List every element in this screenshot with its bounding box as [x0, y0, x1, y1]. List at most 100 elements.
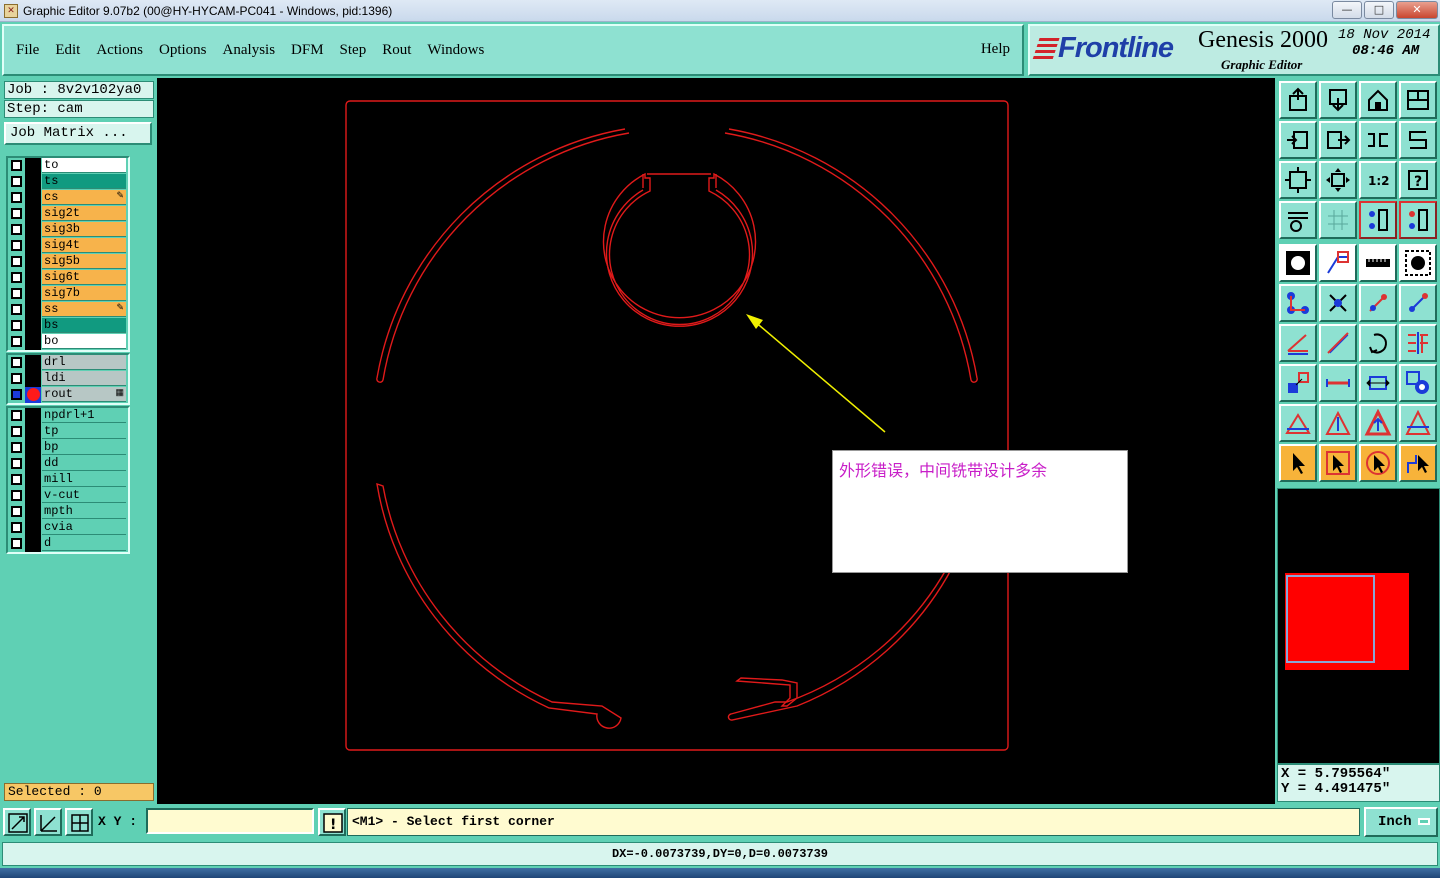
layer-display-slot[interactable] — [25, 270, 41, 286]
angle-icon[interactable] — [1279, 324, 1317, 362]
layer-checkbox[interactable] — [11, 373, 22, 384]
warning-icon[interactable]: ! — [318, 808, 346, 836]
layer-display-slot[interactable] — [25, 504, 41, 520]
layer-display-slot[interactable] — [25, 488, 41, 504]
layer-row[interactable]: tp — [8, 424, 128, 440]
layer-display-slot[interactable] — [25, 302, 41, 318]
layer-checkbox[interactable] — [11, 224, 22, 235]
layer-display-slot[interactable] — [25, 206, 41, 222]
layer-row[interactable]: dd — [8, 456, 128, 472]
copy-icon[interactable] — [1279, 364, 1317, 402]
layer-checkbox[interactable] — [11, 240, 22, 251]
layer-display-slot[interactable] — [25, 158, 41, 174]
layer-name[interactable]: dd — [42, 456, 126, 471]
layer-row[interactable]: bo — [8, 334, 128, 350]
menu-edit[interactable]: Edit — [55, 42, 80, 59]
delete-point-icon[interactable] — [1319, 284, 1357, 322]
layer-name[interactable]: npdrl+1 — [42, 408, 126, 423]
help-icon[interactable]: ? — [1399, 161, 1437, 199]
job-matrix-button[interactable]: Job Matrix ... — [4, 122, 152, 145]
layer-row[interactable]: mpth — [8, 504, 128, 520]
line-draw-alt-icon[interactable] — [1399, 284, 1437, 322]
swap-icon[interactable] — [1359, 121, 1397, 159]
layer-checkbox[interactable] — [11, 256, 22, 267]
menu-dfm[interactable]: DFM — [291, 42, 324, 59]
layer-name[interactable]: v-cut — [42, 488, 126, 503]
layer-checkbox[interactable] — [11, 160, 22, 171]
route-icon[interactable] — [1399, 121, 1437, 159]
layer-display-slot[interactable] — [25, 456, 41, 472]
triangle-small-icon[interactable] — [1279, 404, 1317, 442]
snap-line-icon[interactable] — [3, 808, 31, 836]
layer-display-slot[interactable] — [25, 222, 41, 238]
layer-display-slot[interactable] — [25, 536, 41, 552]
layer-checkbox[interactable] — [11, 522, 22, 533]
dot-icon[interactable] — [1399, 244, 1437, 282]
pad-icon[interactable] — [1279, 244, 1317, 282]
layer-checkbox[interactable] — [11, 426, 22, 437]
resize-icon[interactable] — [1359, 364, 1397, 402]
graphic-canvas[interactable]: 外形错误，中间铣带设计多余 — [157, 78, 1275, 804]
layer-checkbox[interactable] — [11, 474, 22, 485]
menu-file[interactable]: File — [16, 42, 39, 59]
layer-checkbox[interactable] — [11, 458, 22, 469]
layer-row[interactable]: mill — [8, 472, 128, 488]
layer-name[interactable]: drl — [42, 355, 126, 370]
snap-angle-icon[interactable] — [34, 808, 62, 836]
unit-selector[interactable]: Inch — [1364, 807, 1438, 837]
rotate-icon[interactable] — [1359, 324, 1397, 362]
layer-name[interactable]: cs — [42, 190, 126, 205]
layer-display-slot[interactable] — [25, 334, 41, 350]
layer-name[interactable]: sig4t — [42, 238, 126, 253]
open-icon[interactable] — [1279, 81, 1317, 119]
export-icon[interactable] — [1319, 121, 1357, 159]
layer-name[interactable]: rout — [42, 387, 126, 402]
layer-name[interactable]: bo — [42, 334, 126, 349]
layer-display-slot[interactable] — [25, 520, 41, 536]
layer-name[interactable]: d — [42, 536, 126, 551]
layer-checkbox[interactable] — [11, 538, 22, 549]
layer-row[interactable]: sig7b — [8, 286, 128, 302]
layer-row[interactable]: sig2t — [8, 206, 128, 222]
layer-name[interactable]: mill — [42, 472, 126, 487]
menu-options[interactable]: Options — [159, 42, 207, 59]
layer-row[interactable]: v-cut — [8, 488, 128, 504]
layer-display-slot[interactable] — [25, 408, 41, 424]
zoom-home-icon[interactable] — [1319, 161, 1357, 199]
window-icon[interactable] — [1399, 81, 1437, 119]
surface-icon[interactable] — [1319, 244, 1357, 282]
layer-checkbox[interactable] — [11, 272, 22, 283]
scale-1-2-icon[interactable]: 1:2 — [1359, 161, 1397, 199]
select-circle-icon[interactable] — [1359, 444, 1397, 482]
layers-alt-icon[interactable] — [1399, 201, 1437, 239]
maximize-button[interactable]: □ — [1364, 1, 1394, 19]
layer-display-slot[interactable] — [25, 371, 41, 387]
menu-help[interactable]: Help — [981, 41, 1010, 58]
layer-display-slot[interactable] — [25, 238, 41, 254]
layer-checkbox[interactable] — [11, 288, 22, 299]
layer-row[interactable]: ss ✎ — [8, 302, 128, 318]
layer-row[interactable]: to — [8, 158, 128, 174]
layer-name[interactable]: sig5b — [42, 254, 126, 269]
layer-name[interactable]: to — [42, 158, 126, 173]
layer-row[interactable]: cvia — [8, 520, 128, 536]
layer-name[interactable]: ss — [42, 302, 126, 317]
layer-name[interactable]: sig7b — [42, 286, 126, 301]
line-draw-icon[interactable] — [1359, 284, 1397, 322]
layer-checkbox[interactable] — [11, 192, 22, 203]
close-button[interactable]: ✕ — [1396, 1, 1438, 19]
layer-checkbox[interactable] — [11, 320, 22, 331]
select-box-icon[interactable] — [1319, 444, 1357, 482]
layer-display-slot[interactable] — [25, 424, 41, 440]
minimize-button[interactable]: — — [1332, 1, 1362, 19]
layer-checkbox[interactable] — [11, 357, 22, 368]
layer-checkbox[interactable] — [11, 336, 22, 347]
layer-checkbox[interactable] — [11, 410, 22, 421]
layer-name[interactable]: ldi — [42, 371, 126, 386]
settings-icon[interactable] — [1279, 201, 1317, 239]
home-icon[interactable] — [1359, 81, 1397, 119]
save-icon[interactable] — [1319, 81, 1357, 119]
layer-checkbox[interactable] — [11, 442, 22, 453]
select-pointer-icon[interactable] — [1279, 444, 1317, 482]
layer-row[interactable]: bp — [8, 440, 128, 456]
